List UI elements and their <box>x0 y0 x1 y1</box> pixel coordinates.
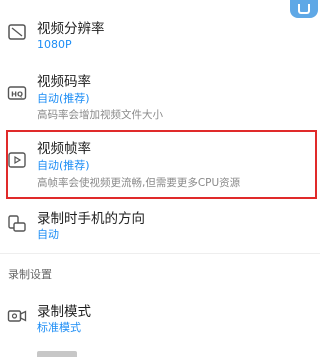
hq-icon: HQ <box>7 83 29 105</box>
section-divider <box>0 253 320 254</box>
cutoff-text <box>37 351 77 357</box>
bitrate-title: 视频码率 <box>37 74 91 90</box>
setting-record-mode[interactable]: 录制模式 标准模式 <box>0 292 320 337</box>
orientation-title: 录制时手机的方向 <box>37 211 145 227</box>
highlight-box <box>6 130 317 199</box>
section-title-recording: 录制设置 <box>8 268 52 281</box>
setting-orientation[interactable]: 录制时手机的方向 自动 <box>0 200 320 250</box>
crop-icon <box>7 22 29 44</box>
svg-text:HQ: HQ <box>11 91 23 99</box>
record-mode-title: 录制模式 <box>37 304 91 320</box>
setting-bitrate[interactable]: HQ 视频码率 自动(推荐) 高码率会增加视频文件大小 <box>0 60 320 128</box>
bitrate-description: 高码率会增加视频文件大小 <box>37 109 163 121</box>
rotate-icon <box>7 214 29 236</box>
bitrate-value: 自动(推荐) <box>37 92 90 105</box>
resolution-value: 1080P <box>37 38 72 51</box>
camera-icon <box>7 306 29 328</box>
record-mode-value: 标准模式 <box>37 321 81 334</box>
setting-next-cutoff[interactable] <box>0 347 320 357</box>
setting-resolution[interactable]: 视频分辨率 1080P <box>0 0 320 60</box>
orientation-value: 自动 <box>37 228 59 241</box>
resolution-title: 视频分辨率 <box>37 21 105 37</box>
